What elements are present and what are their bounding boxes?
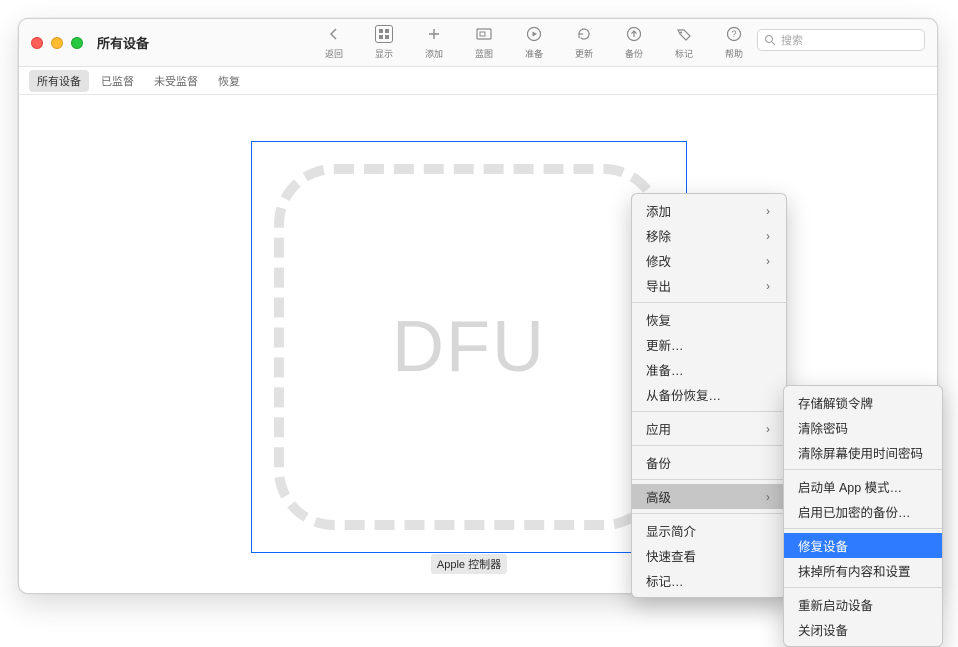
advanced-submenu: 存储解锁令牌 清除密码 清除屏幕使用时间密码 启动单 App 模式… 启用已加密…	[783, 385, 943, 647]
menu-separator	[784, 469, 942, 470]
submenu-clear-password[interactable]: 清除密码	[784, 415, 942, 440]
chevron-right-icon: ›	[766, 204, 770, 218]
chevron-right-icon: ›	[766, 254, 770, 268]
menu-item-advanced[interactable]: 高级›	[632, 484, 786, 509]
chevron-right-icon: ›	[766, 229, 770, 243]
filter-all-devices[interactable]: 所有设备	[29, 70, 89, 92]
device-caption: Apple 控制器	[431, 554, 507, 574]
refresh-icon	[575, 25, 593, 43]
menu-item-prepare[interactable]: 准备…	[632, 357, 786, 382]
play-circle-icon	[525, 25, 543, 43]
minimize-button[interactable]	[51, 37, 63, 49]
menu-separator	[784, 587, 942, 588]
filter-supervised[interactable]: 已监督	[93, 70, 142, 92]
toolbar-update[interactable]: 更新	[559, 19, 609, 60]
window-title: 所有设备	[97, 33, 149, 52]
traffic-lights	[31, 37, 83, 49]
help-circle-icon: ?	[725, 25, 743, 43]
device-tile[interactable]: DFU Apple 控制器	[251, 141, 687, 553]
submenu-revive-device[interactable]: 修复设备	[784, 533, 942, 558]
chevron-left-icon	[325, 25, 343, 43]
menu-item-apps[interactable]: 应用›	[632, 416, 786, 441]
toolbar-display[interactable]: 显示	[359, 19, 409, 60]
device-mode-label: DFU	[252, 306, 686, 388]
toolbar-backup[interactable]: 备份	[609, 19, 659, 60]
menu-item-add[interactable]: 添加›	[632, 198, 786, 223]
submenu-store-unlock-token[interactable]: 存储解锁令牌	[784, 390, 942, 415]
close-button[interactable]	[31, 37, 43, 49]
menu-separator	[632, 479, 786, 480]
svg-text:?: ?	[731, 29, 736, 39]
menu-item-update[interactable]: 更新…	[632, 332, 786, 357]
upload-circle-icon	[625, 25, 643, 43]
context-menu: 添加› 移除› 修改› 导出› 恢复 更新… 准备… 从备份恢复… 应用› 备份…	[631, 193, 787, 598]
menu-item-modify[interactable]: 修改›	[632, 248, 786, 273]
menu-separator	[632, 411, 786, 412]
grid-icon	[375, 25, 393, 43]
menu-separator	[632, 302, 786, 303]
menu-item-restore-from-backup[interactable]: 从备份恢复…	[632, 382, 786, 407]
filter-bar: 所有设备 已监督 未受监督 恢复	[19, 67, 937, 95]
search-field[interactable]: 搜索	[757, 29, 925, 51]
toolbar-tag[interactable]: 标记	[659, 19, 709, 60]
submenu-erase-all[interactable]: 抹掉所有内容和设置	[784, 558, 942, 583]
menu-item-export[interactable]: 导出›	[632, 273, 786, 298]
toolbar-help[interactable]: ? 帮助	[709, 19, 759, 60]
submenu-shutdown-device[interactable]: 关闭设备	[784, 617, 942, 642]
menu-item-restore[interactable]: 恢复	[632, 307, 786, 332]
chevron-right-icon: ›	[766, 490, 770, 504]
toolbar-prepare[interactable]: 准备	[509, 19, 559, 60]
toolbar: 返回 显示 添加 蓝图 准备 更新	[309, 19, 759, 67]
chevron-right-icon: ›	[766, 422, 770, 436]
filter-unsupervised[interactable]: 未受监督	[146, 70, 206, 92]
toolbar-blueprint[interactable]: 蓝图	[459, 19, 509, 60]
search-icon	[764, 34, 776, 46]
app-window: 所有设备 返回 显示 添加 蓝图 准备	[18, 18, 938, 594]
filter-recovery[interactable]: 恢复	[210, 70, 248, 92]
toolbar-back[interactable]: 返回	[309, 19, 359, 60]
menu-item-quick-look[interactable]: 快速查看	[632, 543, 786, 568]
menu-item-backup[interactable]: 备份	[632, 450, 786, 475]
titlebar: 所有设备 返回 显示 添加 蓝图 准备	[19, 19, 937, 67]
submenu-enable-encrypted-backup[interactable]: 启用已加密的备份…	[784, 499, 942, 524]
menu-item-remove[interactable]: 移除›	[632, 223, 786, 248]
menu-item-get-info[interactable]: 显示简介	[632, 518, 786, 543]
search-placeholder: 搜索	[781, 32, 803, 48]
menu-separator	[632, 513, 786, 514]
plus-icon	[425, 25, 443, 43]
blueprint-icon	[475, 25, 493, 43]
menu-separator	[632, 445, 786, 446]
toolbar-add[interactable]: 添加	[409, 19, 459, 60]
submenu-restart-device[interactable]: 重新启动设备	[784, 592, 942, 617]
menu-separator	[784, 528, 942, 529]
chevron-right-icon: ›	[766, 279, 770, 293]
submenu-clear-screentime-password[interactable]: 清除屏幕使用时间密码	[784, 440, 942, 465]
fullscreen-button[interactable]	[71, 37, 83, 49]
submenu-single-app-mode[interactable]: 启动单 App 模式…	[784, 474, 942, 499]
tag-icon	[675, 25, 693, 43]
menu-item-tag[interactable]: 标记…	[632, 568, 786, 593]
